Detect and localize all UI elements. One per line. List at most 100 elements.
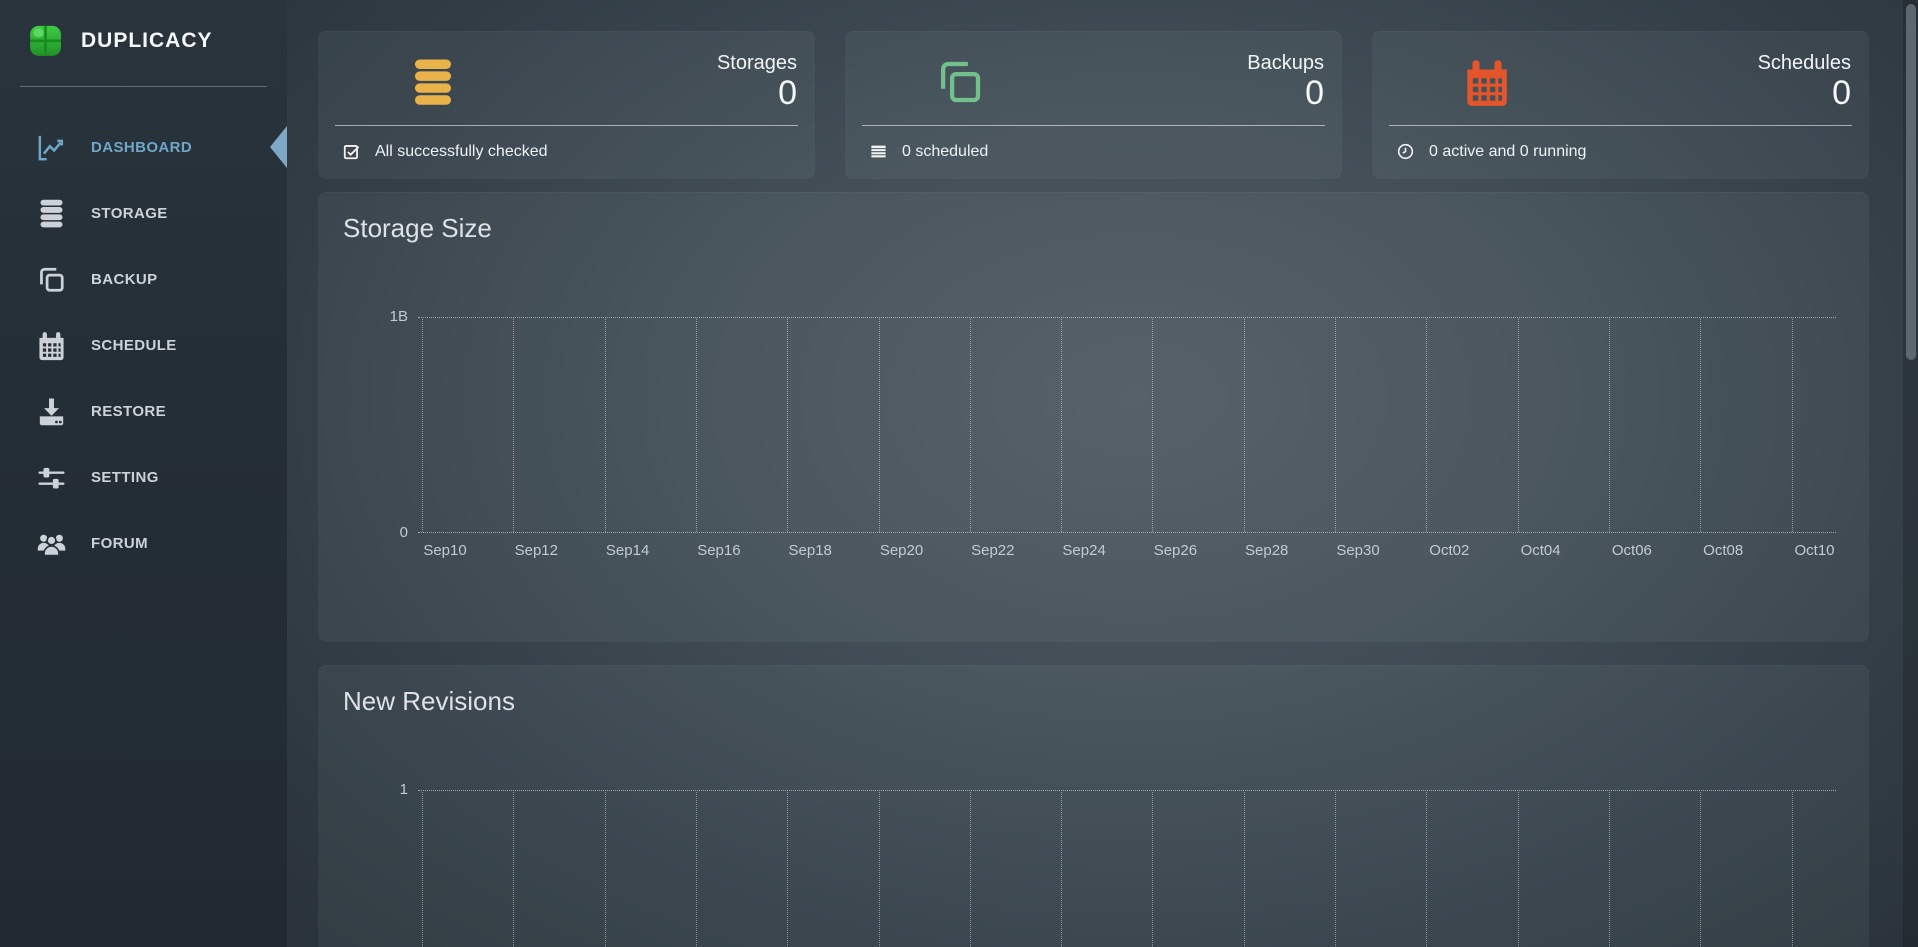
storage-size-plot [418,317,1836,533]
storages-count: 0 [717,75,797,112]
gridline [1426,792,1427,947]
new-revisions-plot [418,790,1836,947]
schedules-label: Schedules [1758,52,1851,75]
backups-card: Backups 0 0 scheduled [845,31,1342,179]
gridline [1518,792,1519,947]
backups-label: Backups [1247,52,1324,75]
brand: DUPLICACY [0,0,287,59]
storages-card: Storages 0 All successfully checked [318,31,815,179]
clock-icon [1396,142,1415,161]
x-tick-label: Sep22 [947,542,1038,559]
gridline [1061,792,1062,947]
main-content: Storages 0 All successfully checked [287,0,1918,947]
stats-row: Storages 0 All successfully checked [318,31,1869,179]
chart-title: Storage Size [343,213,492,244]
table-icon [869,142,888,161]
users-icon [33,527,70,560]
gridline [1152,319,1153,532]
gridline [1609,319,1610,532]
gridline [879,319,880,532]
sidebar-divider [20,86,267,87]
copy-icon [933,55,987,109]
schedules-count: 0 [1758,75,1851,112]
sidebar: DUPLICACY DASHBOARD [0,0,287,947]
x-tick-label: Oct06 [1586,542,1677,559]
sidebar-item-backup[interactable]: BACKUP [0,246,287,312]
gridline [787,792,788,947]
x-tick-label: Oct04 [1495,542,1586,559]
gridline [970,319,971,532]
brand-name: DUPLICACY [81,29,213,53]
schedules-status: 0 active and 0 running [1372,126,1869,179]
sidebar-item-label: RESTORE [91,403,166,420]
gridline [1244,319,1245,532]
x-tick-label: Sep26 [1130,542,1221,559]
gridline [605,792,606,947]
x-tick-label: Sep12 [491,542,582,559]
sidebar-item-label: SCHEDULE [91,337,177,354]
gridline [513,792,514,947]
gridline [1335,792,1336,947]
x-tick-label: Sep18 [765,542,856,559]
active-item-arrow [270,126,287,168]
sidebar-item-storage[interactable]: STORAGE [0,180,287,246]
gridline [879,792,880,947]
check-square-icon [342,142,361,161]
sidebar-item-label: FORUM [91,535,148,552]
scrollbar-track[interactable] [1903,0,1918,947]
x-tick-label: Sep14 [582,542,673,559]
scrollbar-thumb[interactable] [1906,4,1916,360]
download-icon [33,395,70,428]
schedules-card: Schedules 0 0 active and 0 running [1372,31,1869,179]
gridline [696,792,697,947]
gridline [422,319,423,532]
gridline [1792,319,1793,532]
backups-count: 0 [1247,75,1324,112]
sidebar-item-schedule[interactable]: SCHEDULE [0,312,287,378]
gridline [787,319,788,532]
gridline [605,319,606,532]
gridline [1061,319,1062,532]
gridline [1244,792,1245,947]
gridline [1335,319,1336,532]
gridline [696,319,697,532]
gridline [1426,319,1427,532]
sidebar-item-restore[interactable]: RESTORE [0,378,287,444]
sidebar-item-label: SETTING [91,469,159,486]
y-axis-max-label: 1 [318,781,408,798]
storage-size-card: Storage Size 1B 0 Sep10Sep12Sep14Sep16Se… [318,192,1869,642]
sidebar-item-setting[interactable]: SETTING [0,444,287,510]
x-tick-label: Sep10 [400,542,491,559]
x-tick-label: Sep16 [673,542,764,559]
sidebar-item-dashboard[interactable]: DASHBOARD [0,114,287,180]
chart-title: New Revisions [343,686,515,717]
x-tick-label: Oct10 [1769,542,1860,559]
gridline [1609,792,1610,947]
copy-icon [33,263,70,296]
sidebar-item-label: DASHBOARD [91,139,192,156]
gridline [1700,792,1701,947]
calendar-icon [33,329,70,362]
database-icon [406,55,460,109]
gridline [1152,792,1153,947]
sidebar-item-forum[interactable]: FORUM [0,510,287,576]
x-tick-label: Sep24 [1039,542,1130,559]
sidebar-menu: DASHBOARD STORAGE BACKUP [0,114,287,576]
x-tick-label: Sep30 [1313,542,1404,559]
storages-status: All successfully checked [318,126,815,179]
x-tick-label: Sep28 [1221,542,1312,559]
database-icon [33,197,70,230]
gridline [1700,319,1701,532]
sliders-icon [33,461,70,494]
storages-label: Storages [717,52,797,75]
schedules-status-text: 0 active and 0 running [1429,143,1586,161]
x-tick-label: Oct02 [1404,542,1495,559]
line-chart-icon [33,131,70,164]
calendar-icon [1460,55,1514,109]
y-axis-max-label: 1B [318,308,408,325]
gridline [422,792,423,947]
sidebar-item-label: STORAGE [91,205,168,222]
sidebar-item-label: BACKUP [91,271,158,288]
gridline [1792,792,1793,947]
backups-status-text: 0 scheduled [902,143,988,161]
